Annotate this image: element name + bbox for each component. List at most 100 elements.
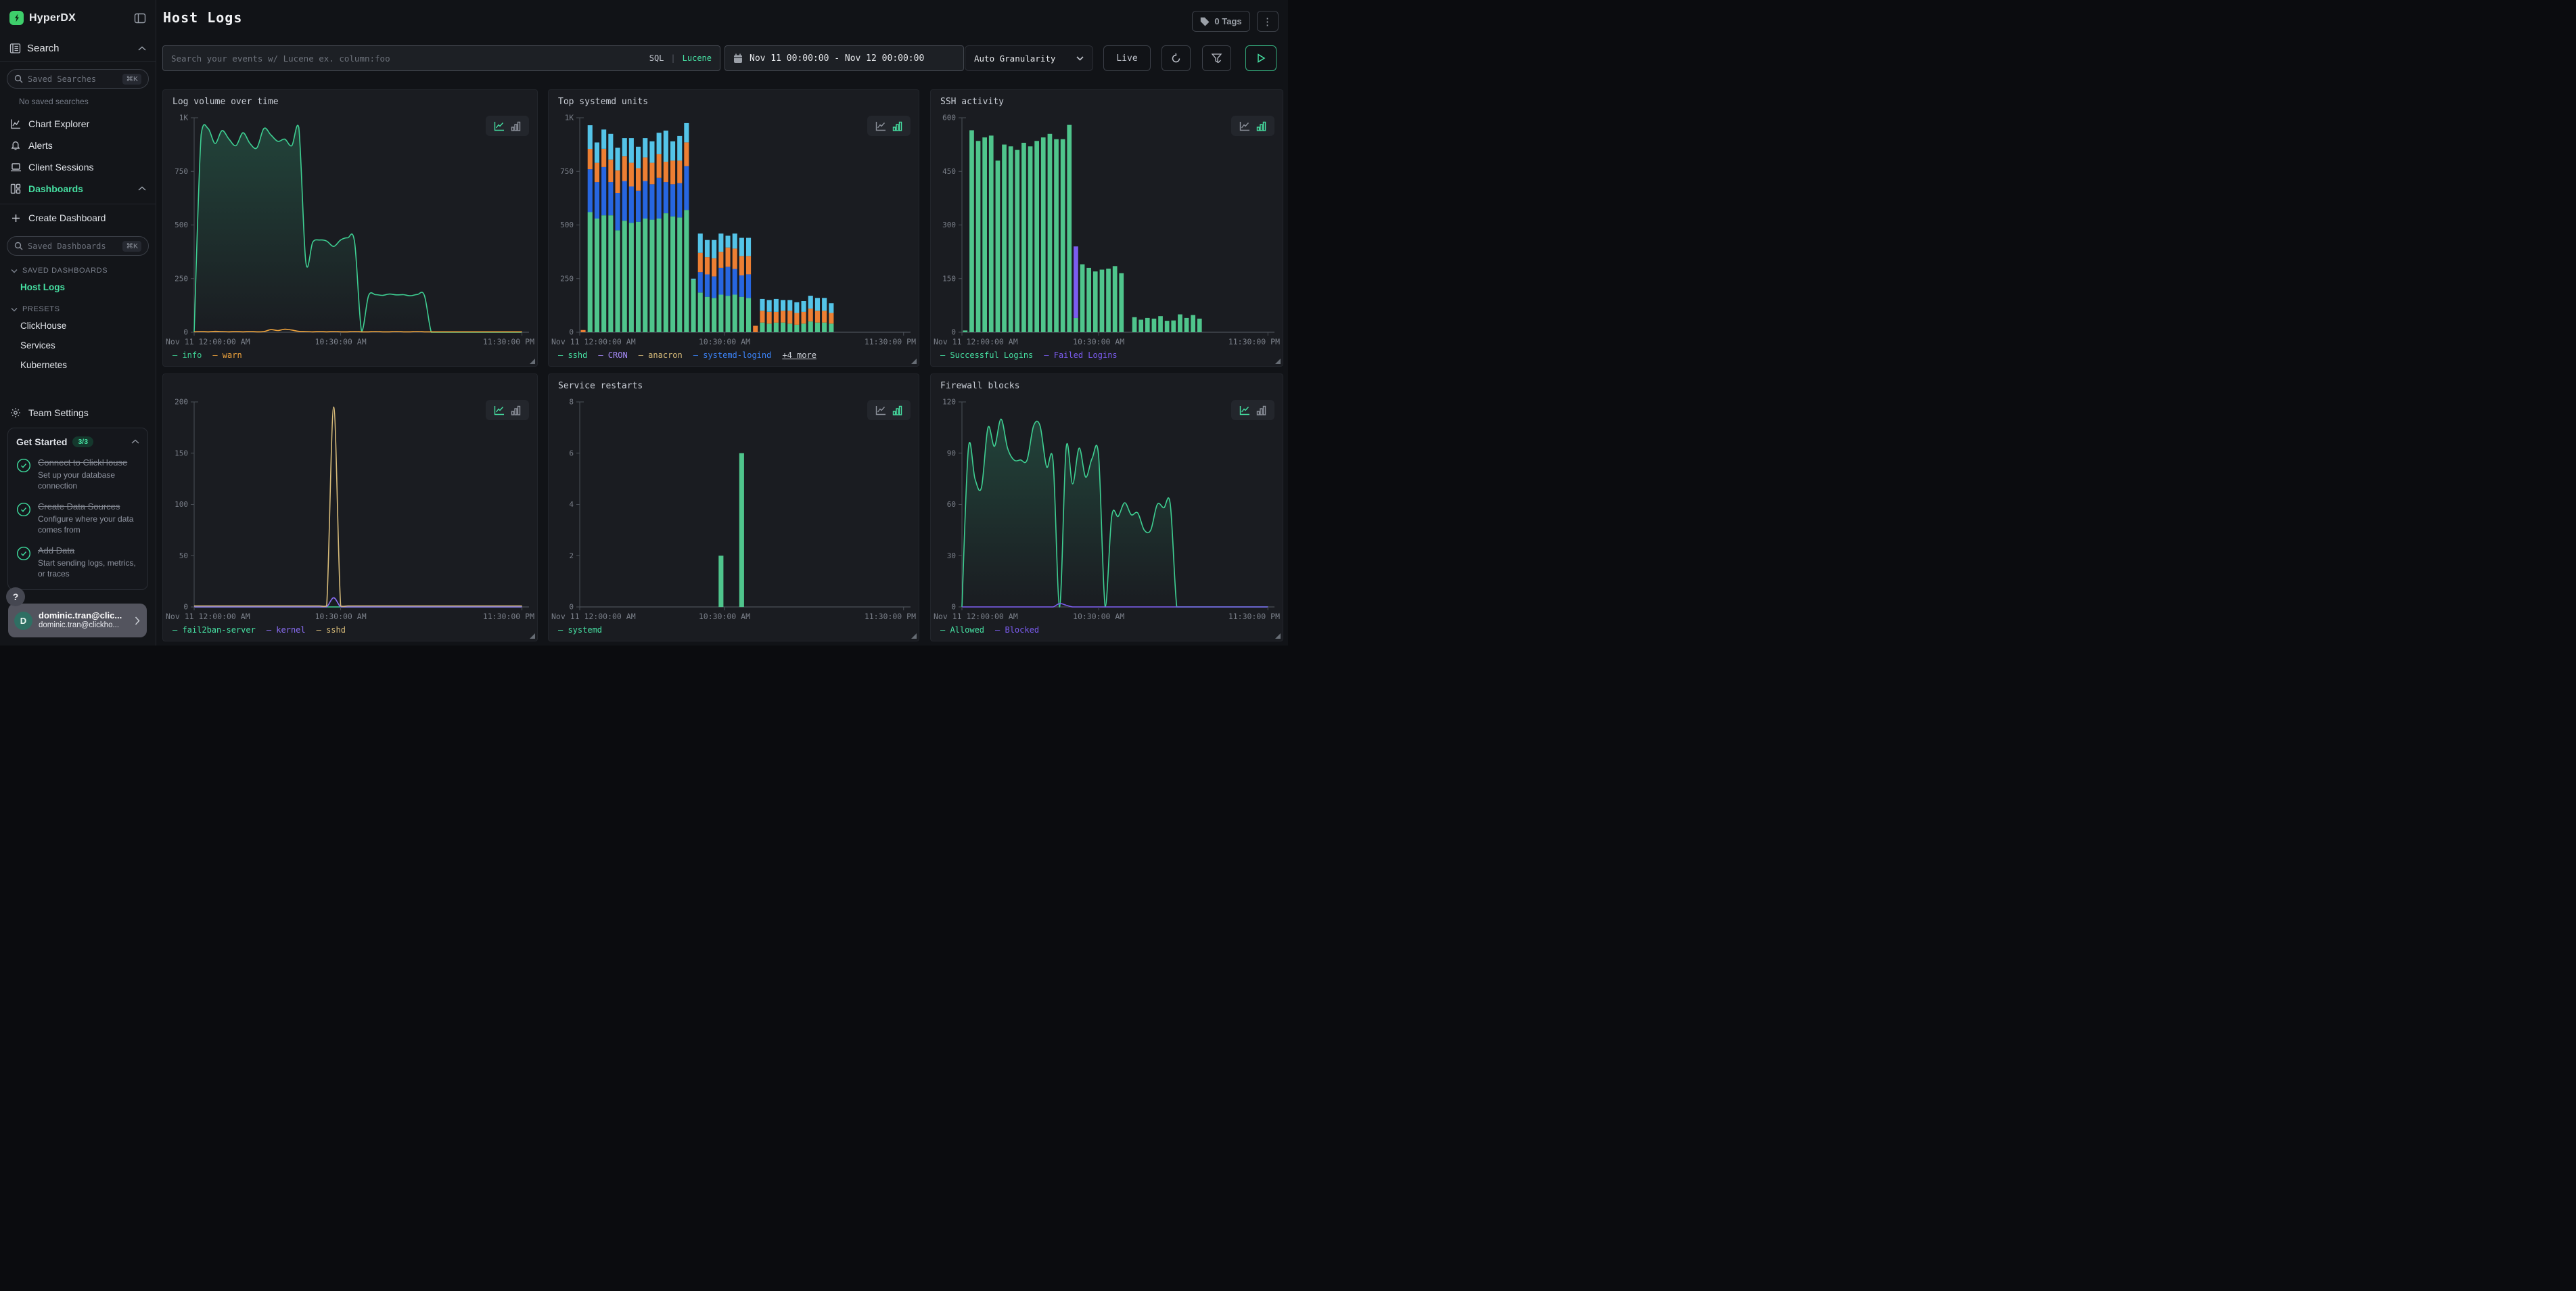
get-started-step[interactable]: Add Data Start sending logs, metrics, or… bbox=[16, 545, 139, 579]
user-account-card[interactable]: D dominic.tran@clic... dominic.tran@clic… bbox=[8, 604, 147, 637]
get-started-step[interactable]: Connect to ClickHouse Set up your databa… bbox=[16, 457, 139, 491]
legend-item-warn[interactable]: — warn bbox=[212, 350, 242, 360]
saved-dashboards-section-header[interactable]: SAVED DASHBOARDS bbox=[0, 258, 156, 277]
chart-legend: — Successful Logins — Failed Logins bbox=[931, 348, 1283, 366]
kebab-menu-button[interactable]: ⋮ bbox=[1257, 11, 1279, 32]
line-chart-icon[interactable] bbox=[875, 121, 886, 131]
line-chart-icon[interactable] bbox=[494, 121, 505, 131]
sql-mode-toggle[interactable]: SQL bbox=[649, 53, 664, 63]
sidebar-item-client-sessions[interactable]: Client Sessions bbox=[0, 156, 156, 178]
svg-text:100: 100 bbox=[175, 500, 188, 509]
bar-chart-icon[interactable] bbox=[1256, 121, 1266, 131]
chart-plot[interactable]: 0306090120Nov 11 12:00:00 AM10:30:00 AM1… bbox=[931, 392, 1283, 623]
svg-text:500: 500 bbox=[560, 221, 574, 229]
hyperdx-app: HyperDX Search Saved Searches ⌘K No save… bbox=[0, 0, 1288, 646]
legend-item-sshd[interactable]: — sshd bbox=[558, 350, 587, 360]
resize-handle[interactable] bbox=[911, 633, 917, 639]
saved-searches-input[interactable]: Saved Searches ⌘K bbox=[7, 69, 149, 89]
resize-handle[interactable] bbox=[530, 633, 535, 639]
search-icon bbox=[14, 242, 23, 250]
bar-chart-icon[interactable] bbox=[892, 121, 902, 131]
sidebar-item-clickhouse[interactable]: ClickHouse bbox=[0, 316, 156, 336]
line-chart-icon[interactable] bbox=[875, 405, 886, 415]
bar-chart-icon[interactable] bbox=[511, 121, 521, 131]
chart-plot[interactable]: 0150300450600Nov 11 12:00:00 AM10:30:00 … bbox=[931, 108, 1283, 348]
legend-item-successful-logins[interactable]: — Successful Logins bbox=[940, 350, 1033, 360]
filter-edit-button[interactable] bbox=[1202, 45, 1231, 71]
sidebar-item-services[interactable]: Services bbox=[0, 336, 156, 355]
sidebar: HyperDX Search Saved Searches ⌘K No save… bbox=[0, 0, 156, 646]
sidebar-item-kubernetes[interactable]: Kubernetes bbox=[0, 355, 156, 375]
legend-item-failed-logins[interactable]: — Failed Logins bbox=[1044, 350, 1117, 360]
chart-legend: — systemd bbox=[549, 623, 919, 641]
event-search-input[interactable]: Search your events w/ Lucene ex. column:… bbox=[162, 45, 720, 71]
legend-item-kernel[interactable]: — kernel bbox=[267, 625, 306, 635]
legend-item-info[interactable]: — info bbox=[172, 350, 202, 360]
legend-item-cron[interactable]: — CRON bbox=[598, 350, 627, 360]
chart-type-toggle bbox=[486, 116, 529, 136]
chart-plot[interactable]: 02468Nov 11 12:00:00 AM10:30:00 AM11:30:… bbox=[549, 392, 919, 623]
step-title: Connect to ClickHouse bbox=[38, 457, 127, 468]
resize-handle[interactable] bbox=[530, 359, 535, 364]
svg-text:250: 250 bbox=[560, 274, 574, 283]
live-button[interactable]: Live bbox=[1103, 45, 1151, 71]
legend-item-sshd[interactable]: — sshd bbox=[317, 625, 346, 635]
svg-text:600: 600 bbox=[942, 114, 956, 122]
tags-button[interactable]: 0 Tags bbox=[1192, 11, 1250, 32]
svg-text:Nov 11 12:00:00 AM: Nov 11 12:00:00 AM bbox=[934, 337, 1018, 346]
app-title: HyperDX bbox=[29, 12, 129, 24]
sidebar-item-search[interactable]: Search bbox=[0, 29, 156, 61]
chart-card-auth-failures: 050100150200Nov 11 12:00:00 AM10:30:00 A… bbox=[162, 373, 538, 641]
search-icon bbox=[14, 74, 23, 83]
shortcut-badge: ⌘K bbox=[122, 74, 141, 85]
sidebar-item-team-settings[interactable]: Team Settings bbox=[0, 402, 156, 424]
bar-chart-icon[interactable] bbox=[892, 405, 902, 415]
legend-item-blocked[interactable]: — Blocked bbox=[995, 625, 1039, 635]
legend-item-allowed[interactable]: — Allowed bbox=[940, 625, 984, 635]
chart-plot[interactable]: 02505007501KNov 11 12:00:00 AM10:30:00 A… bbox=[549, 108, 919, 348]
sidebar-item-chart-explorer[interactable]: Chart Explorer bbox=[0, 113, 156, 135]
svg-text:11:30:00 PM: 11:30:00 PM bbox=[865, 337, 916, 346]
resize-handle[interactable] bbox=[1275, 633, 1281, 639]
svg-text:450: 450 bbox=[942, 167, 956, 176]
refresh-button[interactable] bbox=[1162, 45, 1191, 71]
svg-text:750: 750 bbox=[175, 167, 188, 176]
time-range-picker[interactable]: Nov 11 00:00:00 - Nov 12 00:00:00 bbox=[724, 45, 964, 71]
line-chart-icon[interactable] bbox=[1239, 405, 1250, 415]
legend-item-systemd-logind[interactable]: — systemd-logind bbox=[693, 350, 772, 360]
chart-plot[interactable]: 050100150200Nov 11 12:00:00 AM10:30:00 A… bbox=[163, 392, 537, 623]
presets-section-header[interactable]: PRESETS bbox=[0, 297, 156, 316]
svg-text:30: 30 bbox=[947, 551, 956, 560]
legend-item-fail2ban-server[interactable]: — fail2ban-server bbox=[172, 625, 256, 635]
sidebar-item-dashboards[interactable]: Dashboards bbox=[0, 178, 156, 200]
granularity-select[interactable]: Auto Granularity bbox=[965, 45, 1093, 71]
run-query-button[interactable] bbox=[1245, 45, 1276, 71]
bar-chart-icon[interactable] bbox=[511, 405, 521, 415]
resize-handle[interactable] bbox=[1275, 359, 1281, 364]
svg-text:0: 0 bbox=[569, 328, 574, 337]
saved-dashboards-input[interactable]: Saved Dashboards ⌘K bbox=[7, 236, 149, 256]
svg-text:Nov 11 12:00:00 AM: Nov 11 12:00:00 AM bbox=[166, 337, 250, 346]
chart-title bbox=[163, 374, 537, 392]
chart-plot[interactable]: 02505007501KNov 11 12:00:00 AM10:30:00 A… bbox=[163, 108, 537, 348]
bar-chart-icon[interactable] bbox=[1256, 405, 1266, 415]
help-button[interactable]: ? bbox=[6, 587, 25, 606]
sidebar-item-alerts[interactable]: Alerts bbox=[0, 135, 156, 156]
collapse-sidebar-icon[interactable] bbox=[134, 12, 146, 24]
lucene-mode-toggle[interactable]: Lucene bbox=[683, 53, 712, 63]
resize-handle[interactable] bbox=[911, 359, 917, 364]
bell-icon bbox=[9, 140, 22, 151]
legend-item-systemd[interactable]: — systemd bbox=[558, 625, 602, 635]
get-started-step[interactable]: Create Data Sources Configure where your… bbox=[16, 501, 139, 535]
legend-item-anacron[interactable]: — anacron bbox=[639, 350, 683, 360]
legend-more-link[interactable]: +4 more bbox=[782, 350, 816, 360]
create-dashboard-button[interactable]: Create Dashboard bbox=[0, 204, 156, 229]
chart-type-toggle bbox=[867, 116, 911, 136]
line-chart-icon[interactable] bbox=[494, 405, 505, 415]
sidebar-item-host-logs[interactable]: Host Logs bbox=[0, 277, 156, 297]
chevron-up-icon[interactable] bbox=[131, 439, 139, 445]
time-range-value: Nov 11 00:00:00 - Nov 12 00:00:00 bbox=[750, 53, 924, 64]
line-chart-icon[interactable] bbox=[1239, 121, 1250, 131]
chart-type-toggle bbox=[1231, 116, 1274, 136]
svg-text:0: 0 bbox=[569, 603, 574, 612]
